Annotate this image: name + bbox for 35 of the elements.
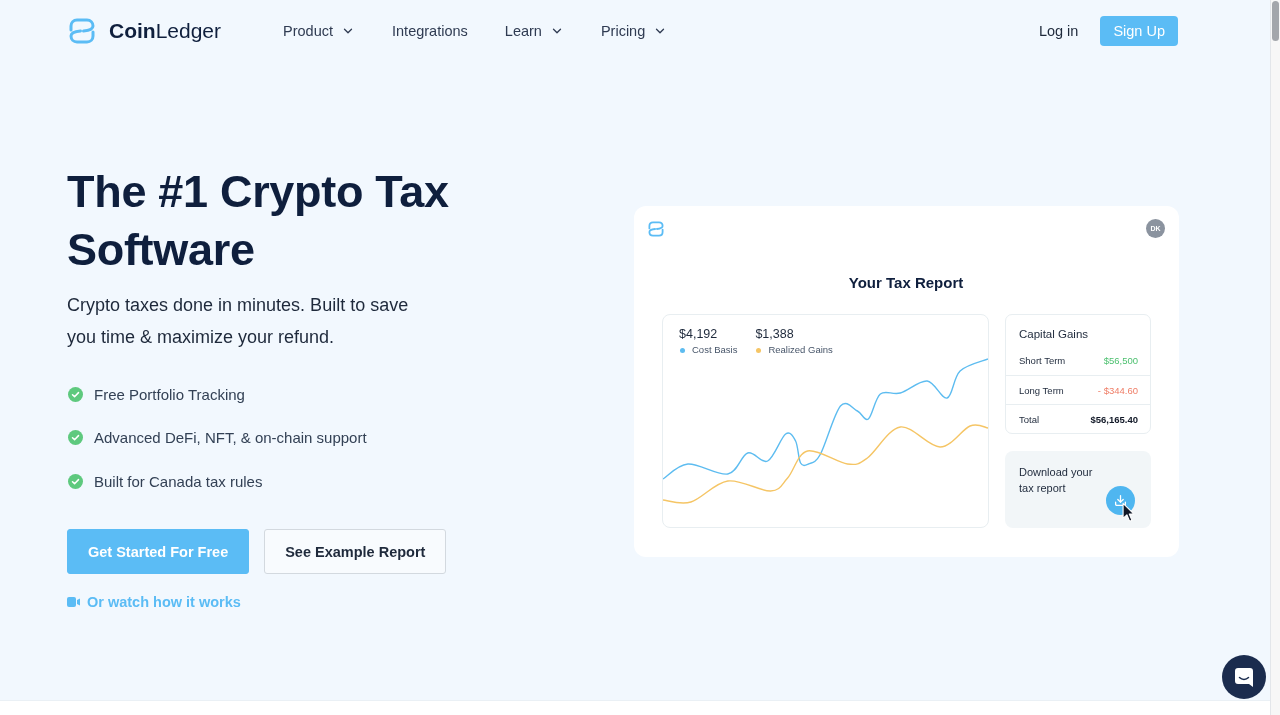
capital-gains-title: Capital Gains xyxy=(1018,327,1090,342)
check-circle-icon xyxy=(68,473,83,489)
nav-menu-item[interactable]: Learn xyxy=(504,23,564,39)
legend-label: Cost Basis xyxy=(692,343,738,357)
login-link[interactable]: Log in xyxy=(1038,23,1079,39)
cursor-icon xyxy=(1122,502,1135,523)
gain-value: - $344.60 xyxy=(1097,384,1138,396)
report-title: Your Tax Report xyxy=(847,273,965,293)
logo-icon xyxy=(647,219,665,238)
gain-value: $56,165.40 xyxy=(1090,413,1138,425)
nav-menu-item[interactable]: Integrations xyxy=(392,23,468,39)
feature-text: Built for Canada tax rules xyxy=(94,472,263,490)
stat-value: $4,192 xyxy=(679,326,719,342)
nav-menu-item[interactable]: Pricing xyxy=(600,23,668,39)
scrollbar-thumb[interactable] xyxy=(1272,1,1279,41)
check-circle-icon xyxy=(68,430,83,445)
logo-link[interactable]: CoinLedger xyxy=(67,16,222,46)
stat-value: $1,388 xyxy=(755,326,795,342)
download-text: Download your tax report xyxy=(1019,465,1094,496)
gain-value: $56,500 xyxy=(1103,355,1138,366)
chat-bubble-icon xyxy=(1234,666,1254,688)
logo-icon xyxy=(67,16,97,46)
gain-label: Total xyxy=(1019,413,1040,425)
feature-text: Advanced DeFi, NFT, & on-chain support xyxy=(94,429,367,446)
example-report-button[interactable]: See Example Report xyxy=(264,529,447,574)
check-circle-icon xyxy=(68,386,83,402)
nav-menu-item[interactable]: Product xyxy=(283,23,356,39)
video-camera-icon xyxy=(67,597,80,607)
legend-label: Realized Gains xyxy=(768,343,833,357)
hero-title: The #1 Crypto Tax Software xyxy=(67,165,450,277)
feature-text: Free Portfolio Tracking xyxy=(94,385,245,403)
gain-label: Long Term xyxy=(1019,384,1064,396)
gain-label: Short Term xyxy=(1019,355,1066,366)
hero-subtitle: Crypto taxes done in minutes. Built to save you time & maximize your refund. xyxy=(67,294,410,349)
chat-button[interactable] xyxy=(1222,655,1266,699)
